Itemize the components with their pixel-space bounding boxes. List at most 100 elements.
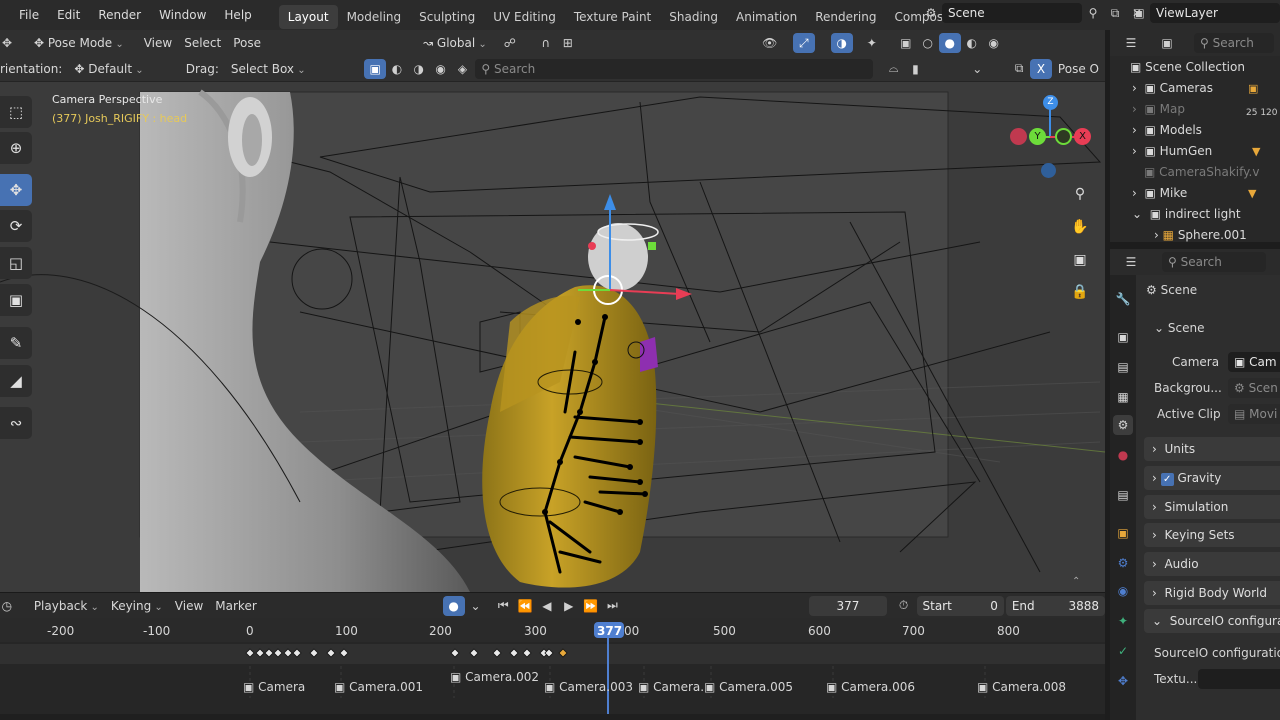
lock-icon[interactable]: 🔒 xyxy=(1068,280,1092,304)
camera-view-icon[interactable]: ▣ xyxy=(1068,248,1092,272)
transform-tool[interactable]: ▣ xyxy=(0,284,32,316)
x-mirror-toggle[interactable]: X xyxy=(1030,58,1052,79)
header-search-field[interactable]: ⚲ Search xyxy=(475,58,873,79)
menu-edit[interactable]: Edit xyxy=(48,0,89,30)
scene-tab-icon[interactable]: ⚙ xyxy=(1113,415,1133,435)
stopwatch-icon[interactable]: ⏱ xyxy=(893,596,915,616)
particles-tab-icon[interactable]: ◉ xyxy=(1113,581,1133,601)
annotate-tool[interactable]: ✎ xyxy=(0,327,32,359)
move-tool[interactable]: ✥ xyxy=(0,174,32,206)
timeline-marker[interactable]: ▣ Camera.008 xyxy=(977,680,1066,694)
render-tab-icon[interactable]: ▣ xyxy=(1113,327,1133,347)
chevron-down-icon[interactable]: ⌄ xyxy=(465,596,487,616)
rotate-tool[interactable]: ⟳ xyxy=(0,210,32,242)
wireframe-shading-icon[interactable]: ○ xyxy=(917,33,939,53)
outliner-search[interactable]: ⚲ Search xyxy=(1194,33,1274,53)
keying-menu[interactable]: Keying xyxy=(105,593,169,619)
scene-icon[interactable]: ⚙ xyxy=(920,3,942,23)
menu-pose[interactable]: Pose xyxy=(227,30,267,56)
xray-icon[interactable]: ▣ xyxy=(895,33,917,53)
timeline-marker[interactable]: ▣ Camera. xyxy=(638,680,704,694)
timeline-view-menu[interactable]: View xyxy=(169,593,209,619)
panel-gravity[interactable]: › ✓ Gravity xyxy=(1144,466,1280,490)
play-icon[interactable]: ▶ xyxy=(558,596,580,616)
tab-animation[interactable]: Animation xyxy=(727,5,806,29)
menu-select[interactable]: Select xyxy=(178,30,227,56)
properties-search[interactable]: ⚲ Search xyxy=(1162,252,1266,272)
playback-menu[interactable]: Playback xyxy=(28,593,105,619)
background-field[interactable]: ⚙ Scen xyxy=(1228,378,1280,398)
menu-file[interactable]: File xyxy=(10,0,48,30)
timeline-marker[interactable]: ▣ Camera.003 xyxy=(544,680,633,694)
marker-menu[interactable]: Marker xyxy=(209,593,262,619)
bone-relax-tool[interactable]: ∾ xyxy=(0,407,32,439)
timeline-marker[interactable]: ▣ Camera.006 xyxy=(826,680,915,694)
drag-dropdown[interactable]: Select Box xyxy=(225,56,336,82)
scene-collection-row[interactable]: ▣ Scene Collection xyxy=(1110,57,1280,78)
scene-selector[interactable]: Scene xyxy=(942,3,1082,23)
tab-shading[interactable]: Shading xyxy=(660,5,727,29)
pan-hand-icon[interactable]: ✋ xyxy=(1068,215,1092,239)
gizmo-y-axis[interactable]: Y xyxy=(1029,128,1046,145)
select-mode-invert-icon[interactable]: ◉ xyxy=(430,59,452,79)
panel-rigid-body-world[interactable]: › Rigid Body World xyxy=(1144,581,1280,605)
view-layer-selector[interactable]: ViewLayer xyxy=(1150,3,1280,23)
select-mode-new-icon[interactable]: ▣ xyxy=(364,58,387,79)
menu-render[interactable]: Render xyxy=(89,0,150,30)
tab-modeling[interactable]: Modeling xyxy=(338,5,411,29)
modifier-tab-icon[interactable]: ⚙ xyxy=(1113,553,1133,573)
tab-rendering[interactable]: Rendering xyxy=(806,5,885,29)
properties-editor-icon[interactable]: ☰ xyxy=(1120,252,1142,272)
pivot-icon[interactable]: ☍ xyxy=(499,33,521,53)
pin-icon[interactable]: ⚲ xyxy=(1082,3,1104,23)
collection-tab-icon[interactable]: ▤ xyxy=(1113,485,1133,505)
view-layer-icon[interactable]: ▣ xyxy=(1128,3,1150,23)
timeline-editor-icon[interactable]: ◷ xyxy=(0,596,18,616)
prev-keyframe-icon[interactable]: ⏪ xyxy=(514,596,536,616)
tab-layout[interactable]: Layout xyxy=(278,4,338,29)
active-clip-field[interactable]: ▤ Movi xyxy=(1228,404,1280,424)
texture-field[interactable] xyxy=(1198,669,1280,689)
panel-keying-sets[interactable]: › Keying Sets xyxy=(1144,523,1280,547)
timeline-marker[interactable]: ▣ Camera xyxy=(243,680,305,694)
object-tab-icon[interactable]: ▣ xyxy=(1113,523,1133,543)
stroke-icon[interactable]: ⌓ xyxy=(883,59,905,79)
gizmo-neg-y-axis[interactable] xyxy=(1055,128,1072,145)
measure-tool[interactable]: ◢ xyxy=(0,365,32,397)
play-reverse-icon[interactable]: ◀ xyxy=(536,596,558,616)
solid-shading-icon[interactable]: ● xyxy=(938,33,961,53)
panel-units[interactable]: › Units xyxy=(1144,437,1280,461)
gizmo-z-axis[interactable]: Z xyxy=(1043,95,1058,110)
auto-keying-toggle[interactable]: ● xyxy=(442,595,465,616)
select-mode-intersect-icon[interactable]: ◈ xyxy=(452,59,474,79)
constraints-tab-icon[interactable]: ✓ xyxy=(1113,641,1133,661)
end-frame-field[interactable]: End 3888 xyxy=(1005,595,1106,616)
orientation-dropdown[interactable]: ✥ Default xyxy=(68,56,171,82)
select-mode-extend-icon[interactable]: ◐ xyxy=(386,59,408,79)
snap-icon[interactable]: ∩ xyxy=(535,33,557,53)
mesh-edit-overlay-icon[interactable]: ✦ xyxy=(861,33,883,53)
overlay-toggle-icon[interactable]: ◑ xyxy=(830,33,853,53)
bookmark-icon[interactable]: ▮ xyxy=(905,59,927,79)
jump-start-icon[interactable]: ⏮ xyxy=(492,596,514,616)
timeline-marker[interactable]: ▣ Camera.002 xyxy=(450,670,539,684)
new-scene-icon[interactable]: ⧉ xyxy=(1104,3,1126,23)
material-shading-icon[interactable]: ◐ xyxy=(961,33,983,53)
mode-selector[interactable]: ✥ Pose Mode xyxy=(28,30,130,56)
rendered-shading-icon[interactable]: ◉ xyxy=(983,33,1005,53)
tool-tab-icon[interactable]: 🔧 xyxy=(1113,289,1133,309)
data-tab-icon[interactable]: ✥ xyxy=(1113,671,1133,691)
gizmo-neg-z-axis[interactable] xyxy=(1041,163,1056,178)
output-tab-icon[interactable]: ▤ xyxy=(1113,357,1133,377)
start-frame-field[interactable]: Start 0 xyxy=(916,595,1004,616)
cursor-tool[interactable]: ⊕ xyxy=(0,132,32,164)
collapse-chevron-icon[interactable]: ⌃ xyxy=(1072,576,1080,587)
view-layer-tab-icon[interactable]: ▦ xyxy=(1113,387,1133,407)
selected-keyframe[interactable] xyxy=(558,648,568,658)
outliner-editor-icon[interactable]: ☰ xyxy=(1120,33,1142,53)
keyframes[interactable] xyxy=(0,618,1105,720)
timeline-marker[interactable]: ▣ Camera.005 xyxy=(704,680,793,694)
panel-simulation[interactable]: › Simulation xyxy=(1144,495,1280,519)
display-mode-icon[interactable]: ▣ xyxy=(1156,33,1178,53)
scale-tool[interactable]: ◱ xyxy=(0,247,32,279)
